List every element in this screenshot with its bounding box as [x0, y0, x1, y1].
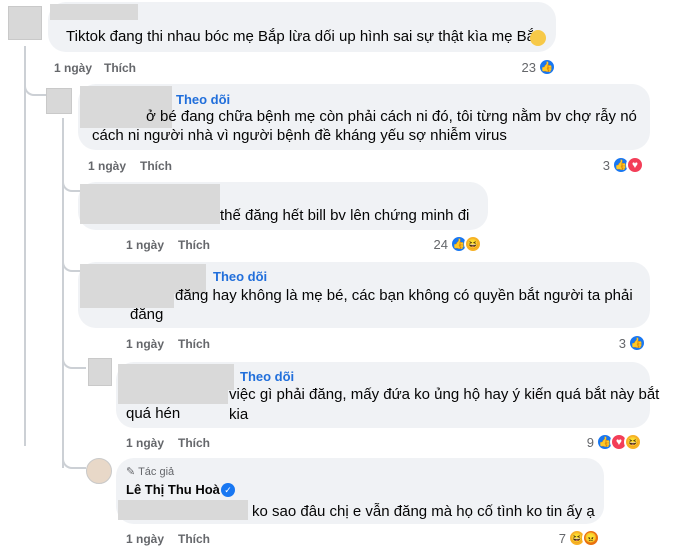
- reaction-count[interactable]: 3: [606, 336, 626, 352]
- redacted-name: [50, 4, 138, 20]
- reaction-count[interactable]: 23: [516, 60, 536, 76]
- redacted-name: [118, 390, 228, 404]
- heart-reaction-icon: ♥: [626, 156, 644, 174]
- comment-text: việc gì phải đăng, mấy đứa ko ủng hộ hay…: [229, 386, 660, 423]
- sad-emoji-icon: [530, 30, 546, 46]
- verified-badge-icon: ✓: [221, 483, 235, 497]
- comment-time[interactable]: 1 ngày: [126, 237, 164, 253]
- redacted-name: [118, 364, 234, 390]
- like-button[interactable]: Thích: [140, 158, 172, 174]
- like-button[interactable]: Thích: [178, 531, 210, 547]
- reaction-count[interactable]: 24: [424, 237, 448, 253]
- thread-line-branch: [62, 355, 86, 369]
- author-name[interactable]: Lê Thị Thu Hoà: [126, 482, 220, 498]
- comment-text: đăng: [130, 306, 164, 323]
- reaction-count[interactable]: 7: [548, 531, 566, 547]
- angry-reaction-icon: 😠: [582, 529, 600, 547]
- like-button[interactable]: Thích: [104, 60, 136, 76]
- avatar[interactable]: [88, 358, 112, 386]
- comment-time[interactable]: 1 ngày: [54, 60, 92, 76]
- like-button[interactable]: Thích: [178, 336, 210, 352]
- comment-text: đăng hay không là mẹ bé, các bạn không c…: [175, 287, 633, 304]
- haha-reaction-icon: 😆: [624, 433, 642, 451]
- thread-line-main: [24, 46, 26, 446]
- like-button[interactable]: Thích: [178, 435, 210, 451]
- like-reaction-icon: 👍: [628, 334, 646, 352]
- reaction-count[interactable]: 9: [576, 435, 594, 451]
- comment-text: cách ni người nhà vì người bệnh đề kháng…: [92, 127, 507, 144]
- follow-link[interactable]: Theo dõi: [213, 269, 267, 285]
- haha-reaction-icon: 😆: [464, 235, 482, 253]
- author-avatar[interactable]: [86, 458, 112, 484]
- redacted-name: [118, 500, 248, 520]
- comment-text: quá hén: [126, 405, 181, 422]
- thread-line-branch: [62, 258, 82, 272]
- comment-time[interactable]: 1 ngày: [126, 531, 164, 547]
- redacted-name: [80, 184, 220, 224]
- follow-link[interactable]: Theo dõi: [240, 369, 294, 385]
- reaction-count[interactable]: 3: [590, 158, 610, 174]
- author-tag: ✎ Tác giả: [126, 466, 175, 478]
- thread-line-sub: [62, 118, 64, 468]
- comment-text: thế đăng hết bill bv lên chứng minh đi: [220, 207, 470, 224]
- avatar[interactable]: [46, 88, 72, 114]
- comment-text: Tiktok đang thi nhau bóc mẹ Bắp lừa dối …: [66, 28, 544, 45]
- thread-line-branch: [62, 178, 82, 192]
- comment-text: ở bé đang chữa bệnh mẹ còn phải cách ni …: [146, 108, 637, 125]
- comment-time[interactable]: 1 ngày: [126, 435, 164, 451]
- like-button[interactable]: Thích: [178, 237, 210, 253]
- pencil-icon: ✎: [126, 466, 136, 478]
- like-reaction-icon: 👍: [538, 58, 556, 76]
- comment-text: ko sao đâu chị e vẫn đăng mà họ cố tình …: [252, 503, 595, 520]
- comment-time[interactable]: 1 ngày: [126, 336, 164, 352]
- avatar[interactable]: [8, 6, 42, 40]
- comment-time[interactable]: 1 ngày: [88, 158, 126, 174]
- follow-link[interactable]: Theo dõi: [176, 92, 230, 108]
- thread-line-branch: [62, 455, 86, 469]
